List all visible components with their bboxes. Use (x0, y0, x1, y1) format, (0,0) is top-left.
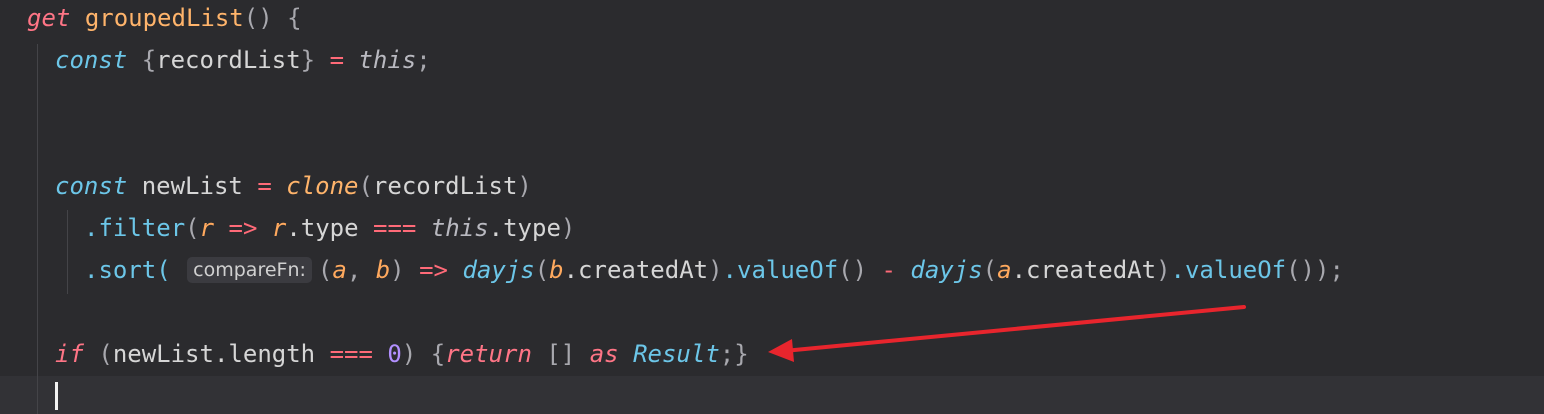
code-editor[interactable]: get groupedList() { const {recordList} =… (0, 0, 1544, 414)
red-arrow-annotation (768, 305, 1246, 362)
